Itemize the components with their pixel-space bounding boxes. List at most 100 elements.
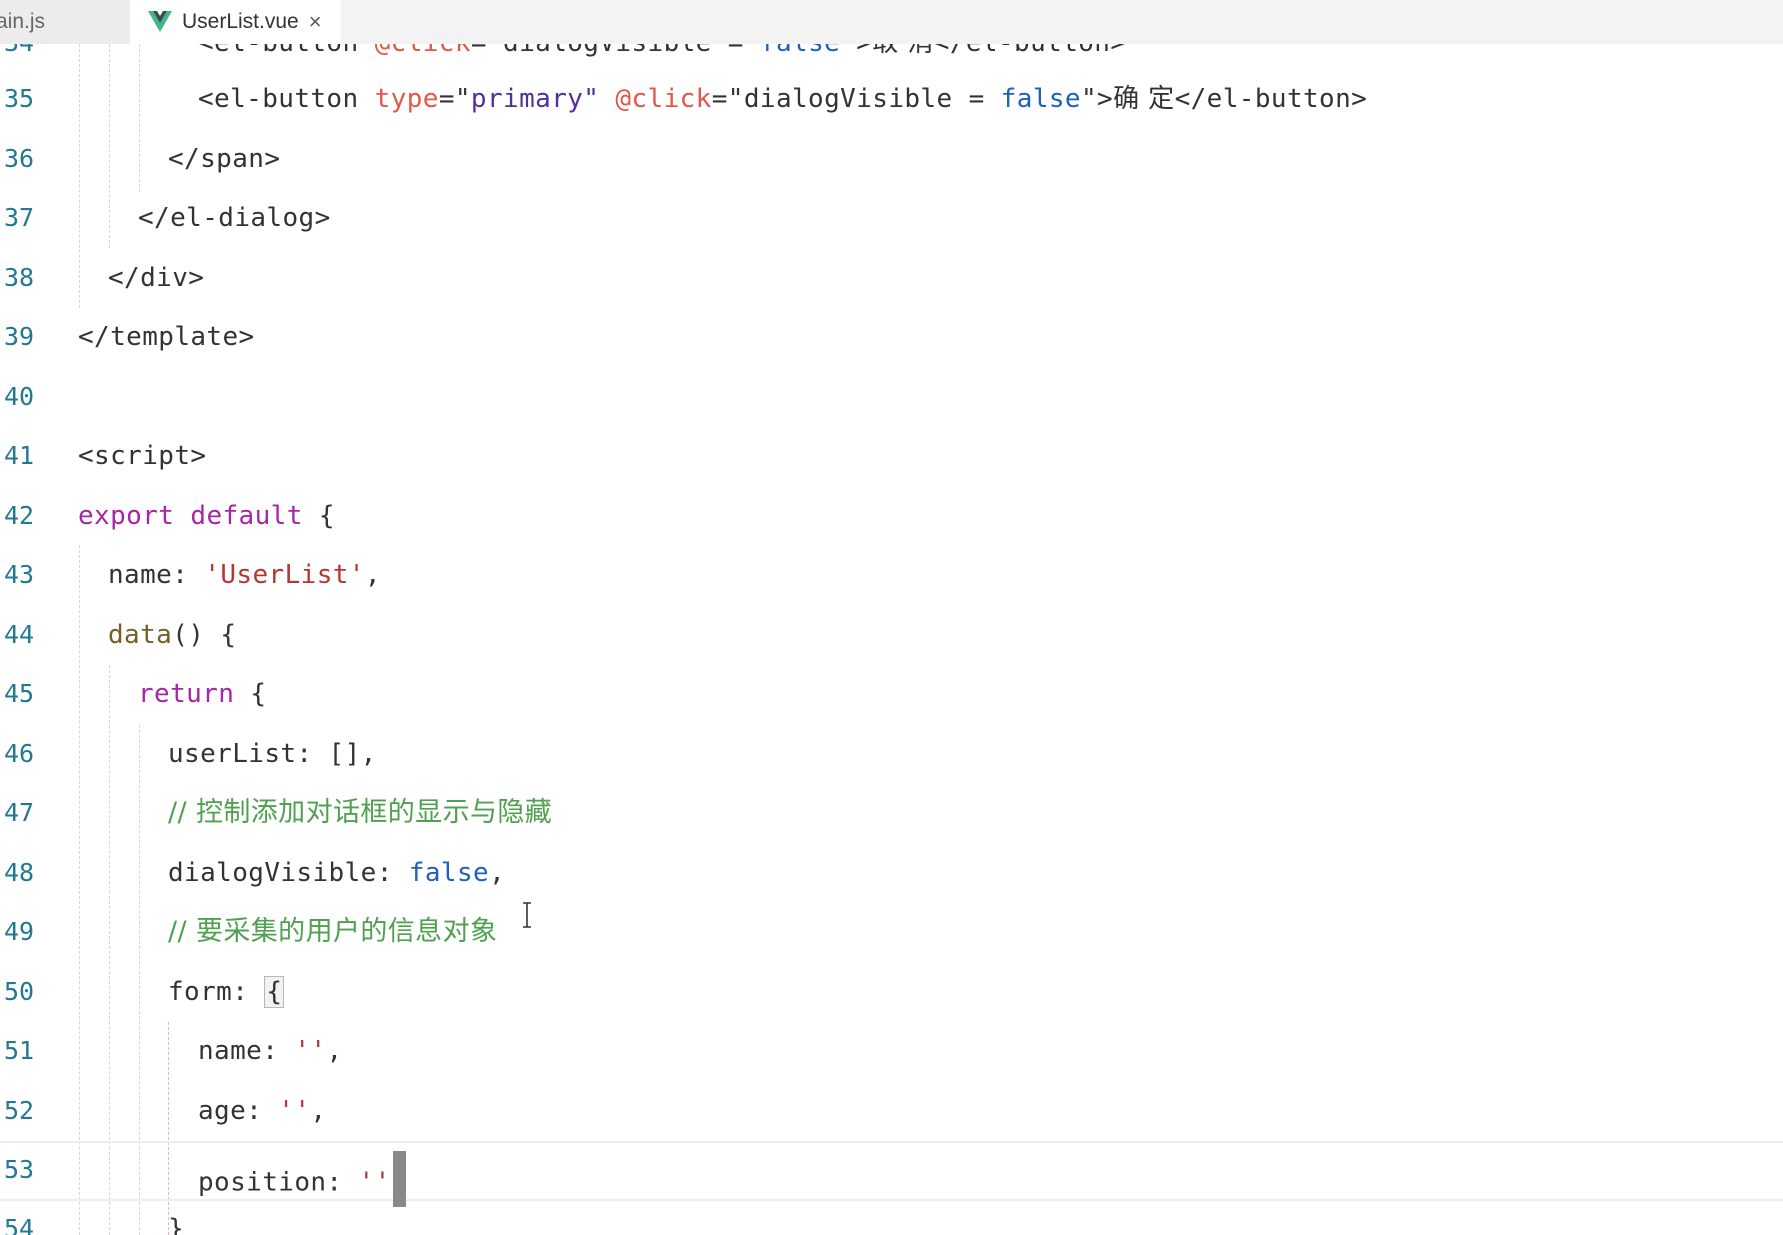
code-line: 44 data() { (0, 606, 1783, 666)
code-text: return { (138, 679, 266, 709)
code-line: 51 name: '', (0, 1022, 1783, 1082)
token-keyword: default (190, 501, 303, 531)
line-number: 35 (4, 84, 35, 113)
line-number: 46 (4, 739, 35, 768)
line-number: 39 (4, 322, 35, 351)
token-string: '' (294, 1036, 327, 1066)
code-line: 42 export default { (0, 487, 1783, 547)
token-punct: , (364, 560, 381, 590)
token-punct: "> (1081, 84, 1114, 114)
code-line: 41 <script> (0, 427, 1783, 487)
line-number: 40 (4, 382, 35, 411)
line-number: 42 (4, 501, 35, 530)
token-string: '' (358, 1167, 391, 1198)
text-cursor (392, 1151, 406, 1207)
line-number: 51 (4, 1036, 35, 1065)
code-text: data() { (108, 620, 236, 650)
token-attr: type (374, 84, 439, 114)
code-line: 47 // 控制添加对话框的显示与隐藏 (0, 784, 1783, 844)
token-keyword: return (138, 679, 235, 709)
text-ibeam-icon (523, 902, 531, 928)
token-punct: { (234, 679, 267, 709)
code-line-current[interactable]: 53 position: '' (0, 1141, 1783, 1207)
code-text: <el-button type="primary" @click="dialog… (198, 84, 1367, 114)
token-punct: { (302, 501, 335, 531)
code-line: 38 </div> (0, 249, 1783, 309)
code-line: 39 </template> (0, 308, 1783, 368)
token-text: 确 定 (1113, 84, 1175, 114)
line-number: 36 (4, 144, 35, 173)
code-line: 50 form: { (0, 963, 1783, 1023)
line-number: 48 (4, 858, 35, 887)
line-number: 43 (4, 560, 35, 589)
token-value: dialogVisible (743, 84, 953, 114)
code-text: </template> (78, 322, 255, 352)
line-number: 38 (4, 263, 35, 292)
bracket-match-highlight: { (264, 976, 285, 1008)
close-icon[interactable]: × (309, 11, 322, 33)
token-function: data (108, 620, 173, 650)
code-line: 46 userList: [], (0, 725, 1783, 785)
code-line: 36 </span> (0, 130, 1783, 190)
token-property: form: (168, 977, 265, 1007)
token-property: dialogVisible: (168, 858, 409, 888)
line-number: 54 (4, 1214, 35, 1235)
tab-label: UserList.vue (182, 10, 299, 33)
tab-userlist-vue[interactable]: UserList.vue × (130, 0, 341, 44)
line-number: 53 (4, 1155, 35, 1184)
code-line: 35 <el-button type="primary" @click="dia… (0, 70, 1783, 130)
code-line: 37 </el-dialog> (0, 189, 1783, 249)
line-number: 41 (4, 441, 35, 470)
code-text: name: 'UserList', (108, 560, 381, 590)
token-tag: </el-button> (1174, 84, 1368, 114)
code-line: 40 (0, 368, 1783, 428)
code-line: 54 } (0, 1200, 1783, 1235)
line-number: 52 (4, 1096, 35, 1125)
code-text: export default { (78, 501, 335, 531)
token-string: 'UserList' (204, 560, 365, 590)
token-keyword: export (78, 501, 175, 531)
vue-logo-icon (148, 11, 172, 32)
token-punct: =" (711, 84, 744, 114)
code-comment: // 控制添加对话框的显示与隐藏 (168, 797, 553, 828)
token-property: age: (198, 1096, 279, 1126)
code-line: 48 dialogVisible: false, (0, 844, 1783, 904)
token-punct: , (489, 858, 506, 888)
token-property: name: (108, 560, 205, 590)
code-text: </span> (168, 144, 281, 174)
token-bool: false (1000, 84, 1081, 114)
code-comment: // 要采集的用户的信息对象 (168, 916, 498, 947)
token-property: position: (198, 1167, 359, 1198)
code-text: </el-dialog> (138, 203, 331, 233)
code-text: age: '', (198, 1096, 326, 1126)
line-number: 49 (4, 917, 35, 946)
token-punct: =" (438, 84, 471, 114)
line-number: 37 (4, 203, 35, 232)
line-number: 47 (4, 798, 35, 827)
token-attr: @click (615, 84, 712, 114)
line-number: 50 (4, 977, 35, 1006)
line-number: 44 (4, 620, 35, 649)
code-text: name: '', (198, 1036, 343, 1066)
code-line: 43 name: 'UserList', (0, 546, 1783, 606)
token-punct: , (310, 1096, 327, 1126)
code-text: } (168, 1214, 185, 1235)
tab-main-js[interactable]: ain.js (0, 0, 130, 44)
code-text: userList: [], (168, 739, 377, 769)
code-text: form: { (168, 976, 285, 1008)
token-punct: " (583, 84, 616, 114)
editor-tab-bar: ain.js UserList.vue × (0, 0, 1783, 44)
line-number: 45 (4, 679, 35, 708)
token-string: '' (278, 1096, 311, 1126)
code-line: 49 // 要采集的用户的信息对象 (0, 903, 1783, 963)
code-editor[interactable]: 34 <el-button @click="dialogVisible = fa… (0, 0, 1783, 1235)
token-op: = (952, 84, 1001, 114)
code-text: <script> (78, 441, 207, 471)
token-tag: <el-button (198, 84, 375, 114)
code-line: 45 return { (0, 665, 1783, 725)
code-line: 52 age: '', (0, 1082, 1783, 1142)
token-property: name: (198, 1036, 295, 1066)
code-text: </div> (108, 263, 205, 293)
token-string: primary (470, 84, 584, 114)
token-punct: , (326, 1036, 343, 1066)
